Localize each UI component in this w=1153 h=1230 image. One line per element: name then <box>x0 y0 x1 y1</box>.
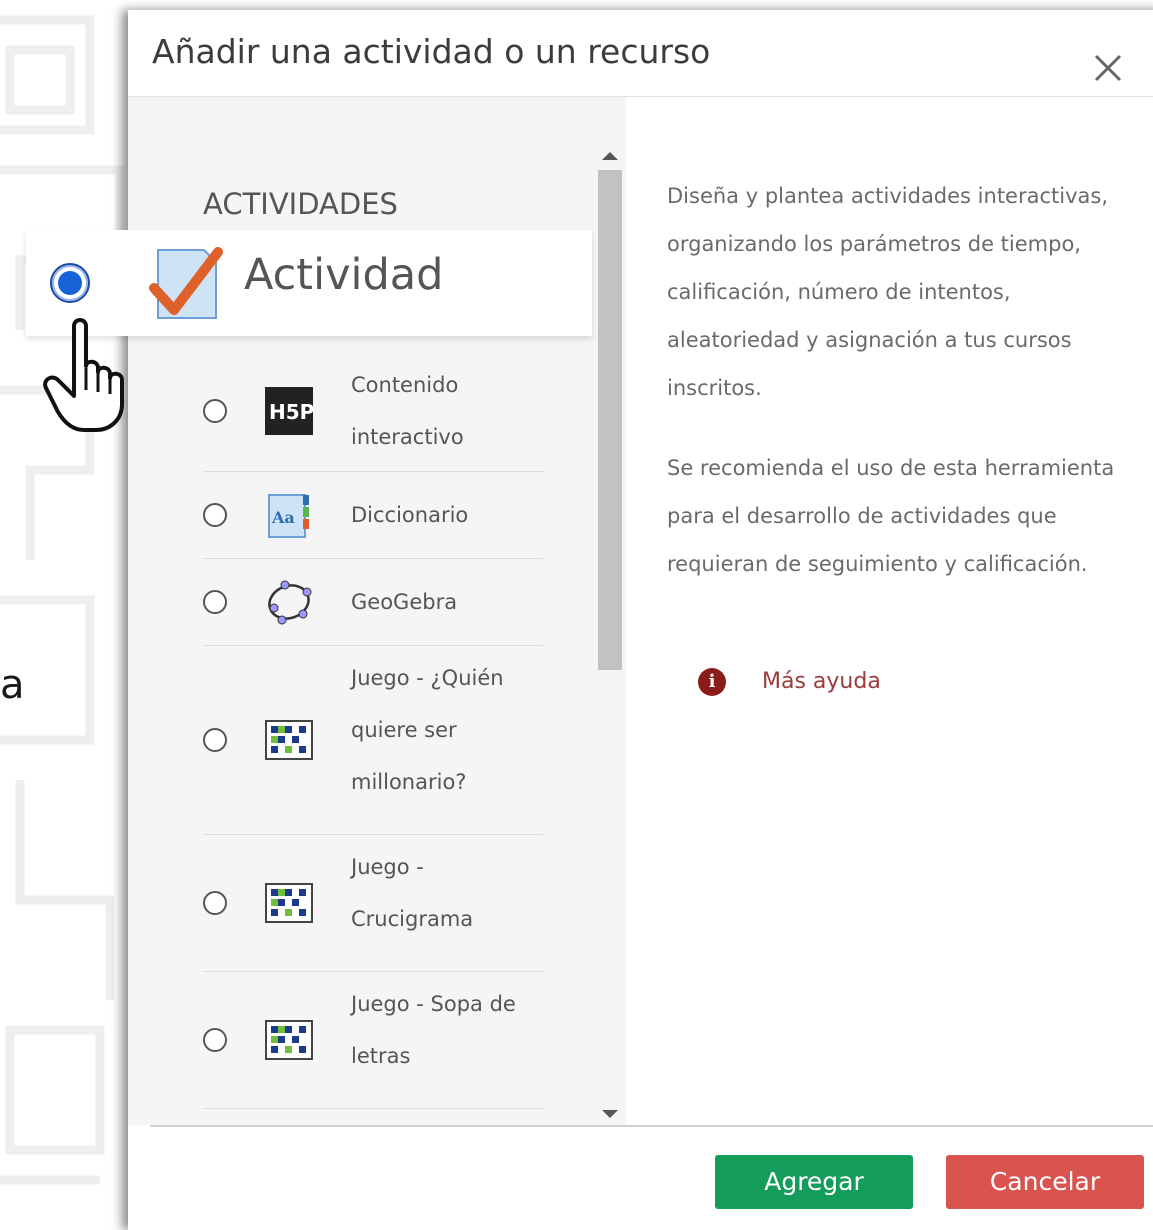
more-help-link[interactable]: Más ayuda <box>762 668 881 696</box>
description-paragraph: Se recomienda el uso de esta herramienta… <box>667 456 1115 576</box>
radio-h5p[interactable] <box>203 399 227 423</box>
description-text: Diseña y plantea actividades interactiva… <box>667 172 1127 620</box>
section-label-activities: ACTIVIDADES <box>203 187 398 221</box>
radio-game-wordsearch[interactable] <box>203 1028 227 1052</box>
item-label: Juego - ¿Quién quiere ser millonario? <box>351 666 504 794</box>
list-item-h5p[interactable]: H5P Contenido interactivo <box>203 353 543 472</box>
background-text-fragment: a <box>0 662 25 708</box>
description-paragraph: Diseña y plantea actividades interactiva… <box>667 184 1108 400</box>
h5p-icon: H5P <box>265 387 313 435</box>
list-item-geogebra[interactable]: GeoGebra <box>203 559 543 646</box>
background-pattern <box>0 15 125 1185</box>
modal-footer: Agregar Cancelar <box>150 1125 1153 1227</box>
game-grid-icon <box>265 720 313 760</box>
description-pane: Diseña y plantea actividades interactiva… <box>628 128 1153 1128</box>
game-grid-icon <box>265 1020 313 1060</box>
scroll-thumb[interactable] <box>598 170 622 670</box>
geogebra-icon <box>268 580 312 625</box>
modal-header: Añadir una actividad o un recurso <box>128 10 1153 97</box>
radio-glossary[interactable] <box>203 503 227 527</box>
scroll-up-arrow-icon[interactable] <box>602 152 618 160</box>
list-item-game-crossword[interactable]: Juego - Crucigrama <box>203 835 543 972</box>
add-activity-modal: Añadir una actividad o un recurso ACTIVI… <box>128 10 1153 1230</box>
list-item-game-wordsearch[interactable]: Juego - Sopa de letras <box>203 972 543 1109</box>
item-label: Juego - Crucigrama <box>351 855 474 931</box>
item-label: GeoGebra <box>351 590 458 614</box>
scroll-down-arrow-icon[interactable] <box>602 1110 618 1118</box>
radio-geogebra[interactable] <box>203 590 227 614</box>
modal-title: Añadir una actividad o un recurso <box>152 32 711 71</box>
svg-text:Aa: Aa <box>271 508 295 527</box>
info-icon: i <box>698 668 726 696</box>
radio-assignment-selected[interactable] <box>50 263 90 303</box>
item-label: Contenido interactivo <box>351 373 464 449</box>
svg-text:H5P: H5P <box>269 400 313 424</box>
close-icon[interactable] <box>1090 50 1126 86</box>
selected-item-label: Actividad <box>244 250 444 300</box>
radio-game-millionaire[interactable] <box>203 728 227 752</box>
radio-game-crossword[interactable] <box>203 891 227 915</box>
list-item-glossary[interactable]: Aa Diccionario <box>203 472 543 559</box>
assignment-check-icon <box>149 247 223 319</box>
hand-pointer-cursor-icon <box>43 318 124 432</box>
item-label: Diccionario <box>351 503 469 527</box>
glossary-icon: Aa <box>268 494 309 538</box>
list-item-game-millionaire[interactable]: Juego - ¿Quién quiere ser millonario? <box>203 646 543 835</box>
cancel-button[interactable]: Cancelar <box>946 1155 1144 1209</box>
item-label: Juego - Sopa de letras <box>351 992 516 1068</box>
add-button[interactable]: Agregar <box>715 1155 913 1209</box>
list-scrollbar[interactable] <box>594 148 622 1128</box>
game-grid-icon <box>265 883 313 923</box>
